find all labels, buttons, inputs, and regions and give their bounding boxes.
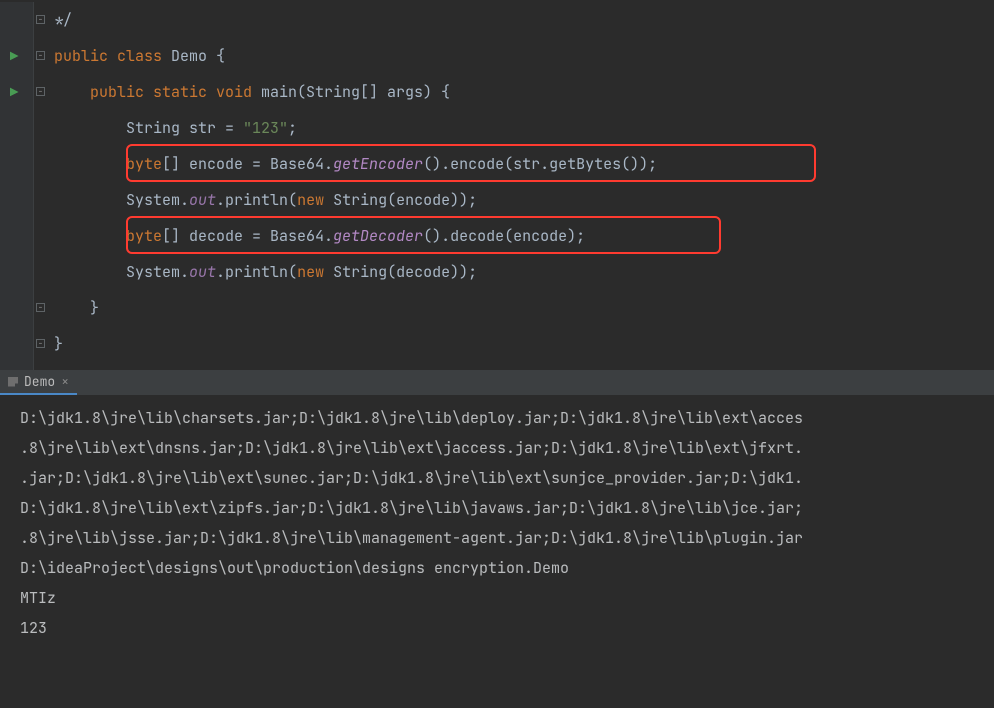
code-token: ().encode(str.getBytes());	[423, 154, 657, 174]
code-token: new	[297, 190, 333, 210]
code-token: [] encode = Base64.	[162, 154, 333, 174]
code-token: .println(	[216, 262, 297, 282]
fold-toggle-icon[interactable]: -	[36, 303, 45, 312]
code-token: main(String[] args) {	[261, 82, 450, 102]
fold-toggle-icon[interactable]: -	[36, 15, 45, 24]
code-token: [] decode = Base64.	[162, 226, 333, 246]
console-output[interactable]: D:\jdk1.8\jre\lib\charsets.jar;D:\jdk1.8…	[0, 395, 994, 708]
code-token: */	[54, 10, 72, 30]
code-token: out	[189, 262, 216, 282]
console-line: .jar;D:\jdk1.8\jre\lib\ext\sunec.jar;D:\…	[20, 463, 984, 493]
console-tab-label: Demo	[24, 373, 55, 390]
code-token: new	[297, 262, 333, 282]
console-line: D:\ideaProject\designs\out\production\de…	[20, 553, 984, 583]
code-token: ;	[288, 118, 297, 138]
code-token: public static void	[90, 82, 261, 102]
console-tab-demo[interactable]: Demo ×	[0, 370, 77, 395]
code-token: Demo {	[171, 46, 225, 66]
code-token: byte	[126, 226, 162, 246]
run-gutter-icon[interactable]: ▶	[10, 48, 18, 66]
code-token: out	[189, 190, 216, 210]
code-token: String(encode));	[333, 190, 477, 210]
console-tab-bar: Demo ×	[0, 373, 994, 395]
code-line[interactable]: public class Demo {	[54, 38, 994, 74]
code-token: }	[90, 298, 99, 318]
console-line: MTIz	[20, 583, 984, 613]
code-token: byte	[126, 154, 162, 174]
code-line[interactable]: byte[] encode = Base64.getEncoder().enco…	[54, 146, 994, 182]
code-token: String str =	[126, 118, 243, 138]
code-line[interactable]: System.out.println(new String(encode));	[54, 182, 994, 218]
run-tab-icon	[8, 377, 18, 387]
code-token: getEncoder	[333, 154, 423, 174]
code-token: String(decode));	[333, 262, 477, 282]
code-token: System.	[126, 190, 189, 210]
console-line: D:\jdk1.8\jre\lib\charsets.jar;D:\jdk1.8…	[20, 403, 984, 433]
console-line: D:\jdk1.8\jre\lib\ext\zipfs.jar;D:\jdk1.…	[20, 493, 984, 523]
fold-toggle-icon[interactable]: -	[36, 339, 45, 348]
code-token: ().decode(encode);	[423, 226, 585, 246]
code-token: }	[54, 334, 63, 354]
code-token: public class	[54, 46, 171, 66]
console-line: 123	[20, 613, 984, 643]
close-icon[interactable]: ×	[61, 373, 69, 390]
code-line[interactable]: */	[54, 2, 994, 38]
code-line[interactable]: public static void main(String[] args) {	[54, 74, 994, 110]
fold-toggle-icon[interactable]: -	[36, 51, 45, 60]
code-token: "123"	[243, 118, 288, 138]
run-gutter-icon[interactable]: ▶	[10, 84, 18, 102]
code-line[interactable]: }	[54, 290, 994, 326]
code-editor[interactable]: ▶▶ ----- */public class Demo { public st…	[0, 0, 994, 370]
code-token: System.	[126, 262, 189, 282]
code-line[interactable]: }	[54, 326, 994, 362]
code-line[interactable]: System.out.println(new String(decode));	[54, 254, 994, 290]
console-line: .8\jre\lib\jsse.jar;D:\jdk1.8\jre\lib\ma…	[20, 523, 984, 553]
code-token: .println(	[216, 190, 297, 210]
code-line[interactable]: String str = "123";	[54, 110, 994, 146]
editor-gutter: ▶▶	[0, 2, 34, 370]
fold-column: - - - - -	[34, 2, 48, 370]
fold-toggle-icon[interactable]: -	[36, 87, 45, 96]
code-token: getDecoder	[333, 226, 423, 246]
code-line[interactable]: byte[] decode = Base64.getDecoder().deco…	[54, 218, 994, 254]
console-line: .8\jre\lib\ext\dnsns.jar;D:\jdk1.8\jre\l…	[20, 433, 984, 463]
code-area[interactable]: */ public class Demo { public static void…	[48, 2, 994, 370]
